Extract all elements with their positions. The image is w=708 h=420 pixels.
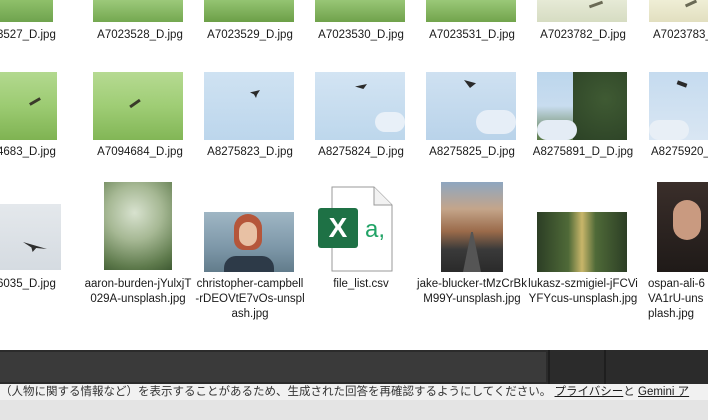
image-thumbnail: [0, 0, 53, 22]
image-thumbnail: [204, 0, 294, 22]
file-name: A7023783_: [653, 29, 708, 41]
privacy-link[interactable]: プライバシー: [555, 386, 624, 398]
image-thumbnail: [204, 72, 294, 140]
image-thumbnail: [649, 72, 708, 140]
image-thumbnail: [204, 212, 294, 272]
scrollbar-divider: [548, 350, 550, 384]
connector-text: と: [623, 386, 635, 398]
file-name: A8275824_D.jpg: [318, 146, 404, 158]
scrollbar-track[interactable]: [0, 352, 546, 382]
file-name: A7023529_D.jpg: [207, 29, 293, 41]
horizontal-scrollbar[interactable]: [0, 350, 708, 384]
image-thumbnail: [426, 0, 516, 22]
file-name: A8275891_D_D.jpg: [532, 146, 634, 158]
file-name: aaron-burden-jYulxjT029A-unsplash.jpg: [84, 278, 192, 305]
bottom-bar: [0, 400, 708, 420]
gemini-apps-link[interactable]: Gemini ア: [638, 386, 689, 398]
image-thumbnail: [0, 72, 57, 140]
file-name: A7023527_D.jpg: [0, 29, 56, 41]
file-name: A7094683_D.jpg: [0, 146, 56, 158]
svg-text:a,: a,: [365, 216, 385, 243]
image-thumbnail: [104, 182, 172, 270]
file-name: A7023782_D.jpg: [540, 29, 626, 41]
file-name: A8276035_D.jpg: [0, 278, 56, 290]
file-name: A8275823_D.jpg: [207, 146, 293, 158]
file-name: A7023528_D.jpg: [97, 29, 183, 41]
file-name: A7094684_D.jpg: [97, 146, 183, 158]
image-thumbnail: [93, 72, 183, 140]
svg-text:X: X: [329, 212, 348, 243]
file-name: A8275920_: [651, 146, 708, 158]
file-name: jake-blucker-tMzCrBkM99Y-unsplash.jpg: [417, 278, 527, 305]
excel-csv-file-icon: X a,: [316, 186, 396, 272]
file-grid: A7023527_D.jpg A7023528_D.jpg A7023529_D…: [0, 0, 708, 350]
file-name: lukasz-szmigiel-jFCViYFYcus-unsplash.jpg: [528, 278, 638, 305]
image-thumbnail: [315, 72, 405, 140]
file-name: ospan-ali-6VA1rU-unsplash.jpg: [648, 278, 705, 320]
scrollbar-divider: [604, 350, 606, 384]
image-thumbnail: [537, 72, 627, 140]
image-thumbnail: [537, 212, 627, 272]
image-thumbnail: [0, 204, 61, 270]
image-thumbnail: [426, 72, 516, 140]
image-thumbnail: [657, 182, 708, 272]
file-name: christopher-campbell-rDEOVtE7vOs-unsplas…: [195, 278, 305, 320]
file-name: A7023530_D.jpg: [318, 29, 404, 41]
disclaimer-text: （人物に関する情報など）を表示することがあるため、生成された回答を再確認するよう…: [0, 386, 552, 398]
image-thumbnail: [537, 0, 627, 22]
file-name: file_list.csv: [333, 278, 389, 290]
file-name: A8275825_D.jpg: [429, 146, 515, 158]
image-thumbnail: [441, 182, 503, 272]
image-thumbnail: [93, 0, 183, 22]
disclaimer-notice: （人物に関する情報など）を表示することがあるため、生成された回答を再確認するよう…: [0, 384, 708, 400]
image-thumbnail: [315, 0, 405, 22]
file-name: A7023531_D.jpg: [429, 29, 515, 41]
image-thumbnail: [649, 0, 708, 22]
